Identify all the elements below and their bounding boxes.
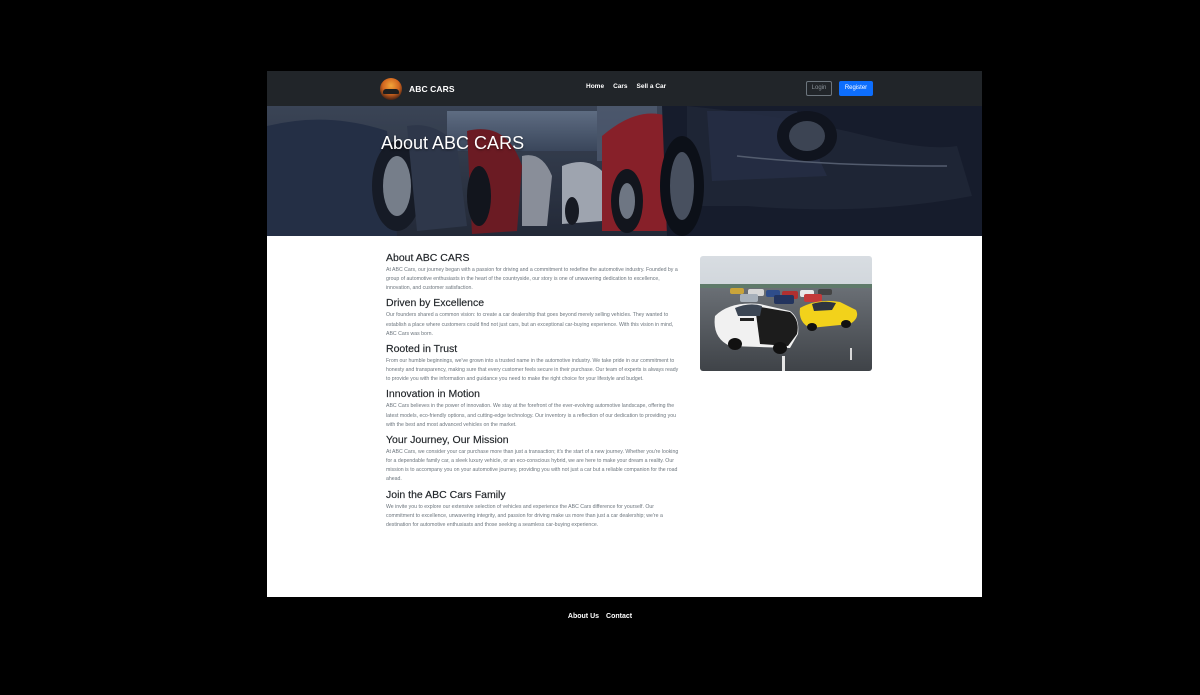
section-family: Join the ABC Cars Family We invite you t… bbox=[386, 488, 680, 530]
register-button[interactable]: Register bbox=[839, 81, 873, 96]
about-content: About ABC CARS At ABC Cars, our journey … bbox=[386, 252, 680, 534]
cars-lot-photo bbox=[700, 256, 872, 371]
section-driven: Driven by Excellence Our founders shared… bbox=[386, 297, 680, 338]
nav-link-cars[interactable]: Cars bbox=[613, 83, 627, 90]
footer-link-contact[interactable]: Contact bbox=[606, 613, 632, 620]
section-heading: Driven by Excellence bbox=[386, 297, 485, 310]
nav-link-sell-a-car[interactable]: Sell a Car bbox=[637, 83, 667, 90]
hero-banner: About ABC CARS bbox=[267, 106, 982, 236]
footer-link-about-us[interactable]: About Us bbox=[568, 613, 599, 620]
section-body: ABC Cars believes in the power of innova… bbox=[386, 403, 676, 428]
section-heading: Innovation in Motion bbox=[386, 388, 480, 401]
navbar: ABC CARS Home Cars Sell a Car Login Regi… bbox=[267, 71, 982, 106]
nav-links: Home Cars Sell a Car bbox=[586, 83, 666, 90]
section-body: At ABC Cars, we consider your car purcha… bbox=[386, 448, 679, 483]
nav-link-home[interactable]: Home bbox=[586, 83, 604, 90]
car-logo-icon bbox=[380, 78, 402, 100]
section-heading: Your Journey, Our Mission bbox=[386, 433, 509, 446]
section-innovation: Innovation in Motion ABC Cars believes i… bbox=[386, 388, 680, 429]
section-mission: Your Journey, Our Mission At ABC Cars, w… bbox=[386, 434, 680, 485]
hero-title: About ABC CARS bbox=[381, 133, 525, 153]
login-button[interactable]: Login bbox=[806, 81, 832, 96]
section-body: At ABC Cars, our journey began with a pa… bbox=[386, 267, 678, 292]
about-image bbox=[700, 256, 872, 371]
section-body: From our humble beginnings, we've grown … bbox=[386, 357, 679, 383]
section-body: We invite you to explore our extensive s… bbox=[386, 503, 663, 528]
footer-links: About Us Contact bbox=[568, 613, 632, 620]
section-body: Our founders shared a common vision: to … bbox=[386, 312, 674, 337]
hero-background-image bbox=[267, 106, 982, 236]
footer: About Us Contact bbox=[0, 605, 1200, 623]
section-about: About ABC CARS At ABC Cars, our journey … bbox=[386, 252, 680, 293]
section-heading: Rooted in Trust bbox=[386, 342, 458, 355]
section-trust: Rooted in Trust From our humble beginnin… bbox=[386, 343, 680, 384]
section-heading: About ABC CARS bbox=[386, 252, 470, 264]
brand-link[interactable]: ABC CARS bbox=[380, 78, 455, 100]
section-heading: Join the ABC Cars Family bbox=[386, 488, 506, 501]
brand-name: ABC CARS bbox=[409, 84, 455, 94]
